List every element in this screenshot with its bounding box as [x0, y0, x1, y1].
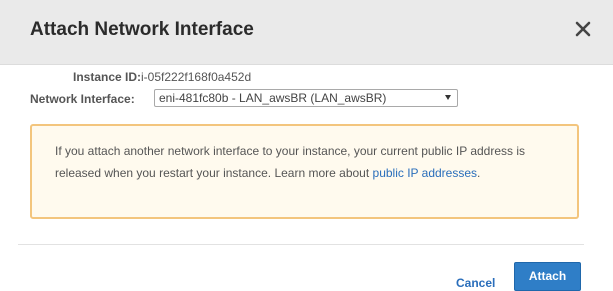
attach-network-interface-dialog: Attach Network Interface Instance ID:i-0…: [0, 0, 613, 291]
network-interface-select[interactable]: eni-481fc80b - LAN_awsBR (LAN_awsBR): [154, 89, 458, 107]
close-button[interactable]: [571, 17, 595, 41]
public-ip-warning: If you attach another network interface …: [30, 124, 579, 219]
instance-id-row: Instance ID:i-05f222f168f0a452d: [73, 70, 251, 84]
dialog-title: Attach Network Interface: [30, 19, 254, 40]
dialog-header: Attach Network Interface: [0, 0, 613, 65]
footer-divider: [18, 244, 584, 245]
instance-id-value: i-05f222f168f0a452d: [141, 70, 252, 84]
network-interface-selected-value: eni-481fc80b - LAN_awsBR (LAN_awsBR): [159, 91, 387, 105]
warning-suffix: .: [477, 166, 481, 180]
dropdown-arrow-icon: [445, 95, 451, 100]
warning-text: If you attach another network interface …: [55, 140, 565, 184]
attach-button[interactable]: Attach: [514, 262, 581, 291]
cancel-button[interactable]: Cancel: [456, 276, 495, 290]
network-interface-label: Network Interface:: [30, 92, 135, 106]
close-icon: [575, 21, 591, 37]
instance-id-label: Instance ID:: [73, 70, 142, 84]
network-interface-row: Network Interface:: [30, 92, 135, 106]
public-ip-addresses-link[interactable]: public IP addresses: [373, 166, 478, 180]
